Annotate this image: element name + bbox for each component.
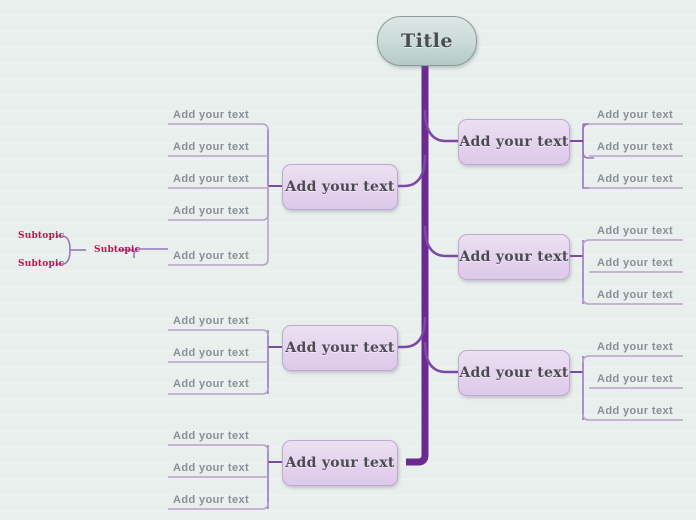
leaf-right-2-1[interactable]: Add your text (589, 220, 683, 240)
leaf-label: Add your text (597, 289, 674, 301)
leaf-left-1-4[interactable]: Add your text (168, 200, 268, 220)
leaf-right-3-3[interactable]: Add your text (589, 400, 683, 420)
leaf-left-3-1[interactable]: Add your text (168, 425, 268, 445)
topic-label: Add your text (459, 365, 569, 381)
leaf-underline-left-1-1 (168, 123, 269, 131)
leaf-label: Add your text (597, 257, 674, 269)
leaf-underline-right-2-1 (582, 239, 683, 247)
leaf-underline-left-3-1 (168, 444, 269, 452)
leaf-label: Add your text (597, 341, 674, 353)
leaf-right-2-2[interactable]: Add your text (589, 252, 683, 272)
leaf-left-2-2[interactable]: Add your text (168, 342, 268, 362)
leaf-label: Add your text (173, 462, 250, 474)
leaf-label: Add your text (173, 250, 250, 262)
leaf-label: Add your text (597, 109, 674, 121)
leaf-right-3-1[interactable]: Add your text (589, 336, 683, 356)
leaf-left-3-3[interactable]: Add your text (168, 489, 268, 509)
leaf-label: Add your text (173, 347, 250, 359)
mindmap-canvas: Title Add your text Add your text Add yo… (0, 0, 696, 520)
leaf-label: Add your text (173, 378, 250, 390)
leaf-right-1-1[interactable]: Add your text (589, 104, 683, 124)
leaf-right-3-2[interactable]: Add your text (589, 368, 683, 388)
root-node[interactable]: Title (377, 16, 477, 66)
subtopic-label: Subtopic (18, 231, 65, 241)
leaf-left-1-3[interactable]: Add your text (168, 168, 268, 188)
leaf-right-1-2[interactable]: Add your text (589, 136, 683, 156)
topic-label: Add your text (285, 179, 395, 195)
root-node-label: Title (401, 30, 453, 52)
branch-line-right-3 (423, 341, 458, 374)
leaf-label: Add your text (173, 205, 250, 217)
topic-node-left-1[interactable]: Add your text (282, 164, 398, 210)
leaf-left-1-1[interactable]: Add your text (168, 104, 268, 124)
branch-line-right-2 (423, 225, 458, 258)
topic-node-left-2[interactable]: Add your text (282, 325, 398, 371)
topic-label: Add your text (459, 134, 569, 150)
leaf-right-2-3[interactable]: Add your text (589, 284, 683, 304)
leaf-right-1-3[interactable]: Add your text (589, 168, 683, 188)
topic-label: Add your text (459, 249, 569, 265)
subtopic-label: Subtopic (94, 245, 141, 255)
leaf-underline-right-3-1 (582, 355, 683, 363)
leaf-label: Add your text (597, 141, 674, 153)
subtopic-middle[interactable]: Subtopic (94, 245, 140, 255)
topic-label: Add your text (285, 340, 395, 356)
leaf-label: Add your text (173, 430, 250, 442)
leaf-label: Add your text (173, 109, 250, 121)
leaf-left-2-3[interactable]: Add your text (168, 373, 268, 393)
subtopic-upper[interactable]: Subtopic (18, 231, 64, 241)
trunk-line (406, 62, 429, 466)
leaf-label: Add your text (173, 141, 250, 153)
branch-line-right-1 (423, 109, 458, 143)
branch-line-left-2 (396, 316, 427, 349)
leaf-underline-left-2-1 (168, 329, 269, 337)
leaf-label: Add your text (173, 315, 250, 327)
leaf-left-1-5[interactable]: Add your text (168, 245, 268, 265)
subtopic-lower[interactable]: Subtopic (18, 259, 64, 269)
subtopic-label: Subtopic (18, 259, 65, 269)
leaf-label: Add your text (597, 405, 674, 417)
leaf-label: Add your text (597, 173, 674, 185)
leaf-left-2-1[interactable]: Add your text (168, 310, 268, 330)
leaf-label: Add your text (597, 225, 674, 237)
topic-node-right-3[interactable]: Add your text (458, 350, 570, 396)
leaf-label: Add your text (597, 373, 674, 385)
topic-node-right-1[interactable]: Add your text (458, 119, 570, 165)
leaf-label: Add your text (173, 494, 250, 506)
branch-line-left-1 (396, 154, 427, 188)
topic-node-right-2[interactable]: Add your text (458, 234, 570, 280)
leaf-left-1-2[interactable]: Add your text (168, 136, 268, 156)
topic-label: Add your text (285, 455, 395, 471)
leaf-label: Add your text (173, 173, 250, 185)
leaf-left-3-2[interactable]: Add your text (168, 457, 268, 477)
topic-node-left-3[interactable]: Add your text (282, 440, 398, 486)
